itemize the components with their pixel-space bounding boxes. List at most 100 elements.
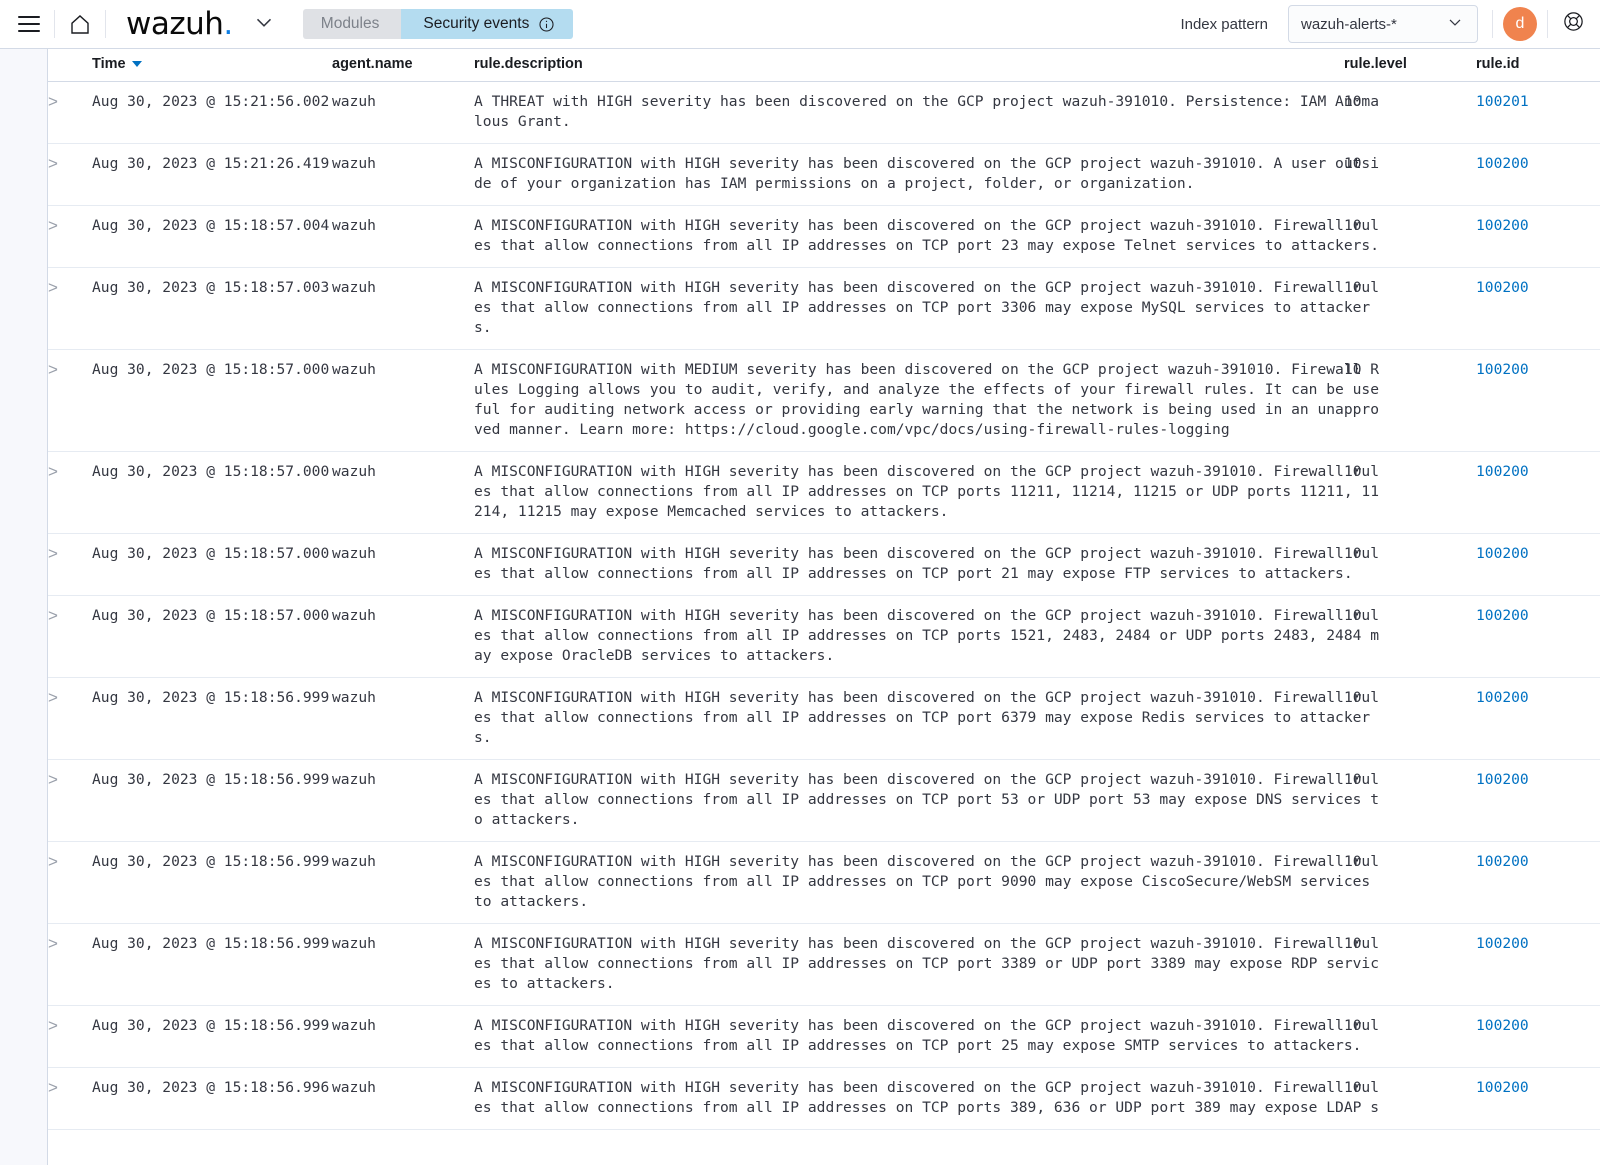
table-row[interactable]: > Aug 30, 2023 @ 15:18:57.000 wazuh A MISCO… (48, 349, 1600, 452)
rule-id-link[interactable]: 100200 (1476, 155, 1529, 172)
cell-time: Aug 30, 2023 @ 15:18:56.996 (92, 1067, 332, 1130)
divider (54, 10, 55, 38)
cell-rule-level: 10 (1344, 1005, 1476, 1068)
rule-id-link[interactable]: 100200 (1476, 463, 1529, 480)
table-row[interactable]: > Aug 30, 2023 @ 15:18:56.999 wazuh A MISCO… (48, 923, 1600, 1006)
chevron-right-icon[interactable]: > (48, 278, 58, 298)
rule-id-link[interactable]: 100200 (1476, 935, 1529, 952)
table-row[interactable]: > Aug 30, 2023 @ 15:18:57.003 wazuh A MISCO… (48, 267, 1600, 350)
rule-id-link[interactable]: 100200 (1476, 279, 1529, 296)
rule-id-link[interactable]: 100200 (1476, 1017, 1529, 1034)
cell-time: Aug 30, 2023 @ 15:18:57.000 (92, 349, 332, 452)
row-expand-cell: > (48, 533, 92, 596)
cell-rule-id: 100200 (1476, 1005, 1600, 1068)
cell-rule-description: A MISCONFIGURATION with HIGH severity ha… (474, 451, 1379, 534)
cell-time: Aug 30, 2023 @ 15:18:57.003 (92, 267, 332, 350)
table-row[interactable]: > Aug 30, 2023 @ 15:18:57.004 wazuh A MISCO… (48, 205, 1600, 268)
cell-rule-level: 10 (1344, 81, 1476, 144)
chevron-right-icon[interactable]: > (48, 606, 58, 626)
chevron-down-icon (1445, 12, 1465, 36)
table-row[interactable]: > Aug 30, 2023 @ 15:21:26.419 wazuh A MISCO… (48, 143, 1600, 206)
breadcrumb-item-security-events[interactable]: Security events (401, 9, 574, 39)
column-header-agent-name[interactable]: agent.name (332, 49, 474, 82)
rule-id-link[interactable]: 100200 (1476, 689, 1529, 706)
cell-rule-description: A MISCONFIGURATION with HIGH severity ha… (474, 1067, 1379, 1130)
cell-time: Aug 30, 2023 @ 15:18:56.999 (92, 841, 332, 924)
chevron-right-icon[interactable]: > (48, 688, 58, 708)
rule-description-text: A MISCONFIGURATION with HIGH severity ha… (474, 1079, 1379, 1116)
cell-rule-description: A MISCONFIGURATION with MEDIUM severity … (474, 349, 1379, 452)
cell-agent-name: wazuh (332, 923, 474, 1006)
column-header-rule-description[interactable]: rule.description (474, 49, 1344, 82)
column-header-time[interactable]: Time (92, 49, 332, 82)
home-button[interactable] (61, 5, 99, 43)
help-button[interactable] (1554, 5, 1592, 43)
breadcrumb-modules-label: Modules (320, 15, 380, 32)
cell-rule-description: A MISCONFIGURATION with HIGH severity ha… (474, 143, 1379, 206)
row-expand-cell: > (48, 759, 92, 842)
hamburger-icon (18, 16, 40, 32)
sort-descending-icon[interactable] (131, 61, 142, 68)
breadcrumb-item-modules[interactable]: Modules (302, 9, 416, 39)
rule-description-text: A MISCONFIGURATION with HIGH severity ha… (474, 771, 1379, 828)
index-pattern-select[interactable]: wazuh-alerts-* (1288, 5, 1478, 43)
table-row[interactable]: > Aug 30, 2023 @ 15:18:57.000 wazuh A MISCO… (48, 451, 1600, 534)
rule-description-text: A MISCONFIGURATION with HIGH severity ha… (474, 463, 1379, 520)
cell-time: Aug 30, 2023 @ 15:18:56.999 (92, 759, 332, 842)
home-icon (68, 12, 92, 36)
column-header-rule-level[interactable]: rule.level (1344, 49, 1476, 82)
chevron-right-icon[interactable]: > (48, 92, 58, 112)
cell-time: Aug 30, 2023 @ 15:18:57.000 (92, 595, 332, 678)
cell-agent-name: wazuh (332, 533, 474, 596)
rule-id-link[interactable]: 100200 (1476, 545, 1529, 562)
table-row[interactable]: > Aug 30, 2023 @ 15:18:56.999 wazuh A MISCO… (48, 841, 1600, 924)
chevron-right-icon[interactable]: > (48, 360, 58, 380)
table-row[interactable]: > Aug 30, 2023 @ 15:21:56.002 wazuh A THREA… (48, 81, 1600, 144)
rule-id-link[interactable]: 100200 (1476, 771, 1529, 788)
rule-id-link[interactable]: 100200 (1476, 1079, 1529, 1096)
cell-time: Aug 30, 2023 @ 15:18:57.000 (92, 451, 332, 534)
cell-agent-name: wazuh (332, 205, 474, 268)
rule-description-text: A MISCONFIGURATION with HIGH severity ha… (474, 607, 1379, 664)
column-header-rule-id[interactable]: rule.id (1476, 49, 1600, 82)
cell-agent-name: wazuh (332, 1005, 474, 1068)
chevron-right-icon[interactable]: > (48, 1016, 58, 1036)
chevron-right-icon[interactable]: > (48, 934, 58, 954)
avatar[interactable]: d (1503, 7, 1537, 41)
cell-agent-name: wazuh (332, 1067, 474, 1130)
chevron-right-icon[interactable]: > (48, 216, 58, 236)
chevron-right-icon[interactable]: > (48, 462, 58, 482)
table-row[interactable]: > Aug 30, 2023 @ 15:18:57.000 wazuh A MISCO… (48, 533, 1600, 596)
cell-rule-description: A MISCONFIGURATION with HIGH severity ha… (474, 677, 1379, 760)
lifebuoy-icon (1562, 10, 1585, 38)
cell-rule-description: A MISCONFIGURATION with HIGH severity ha… (474, 923, 1379, 1006)
cell-agent-name: wazuh (332, 451, 474, 534)
wazuh-logo[interactable]: wazuh. (126, 8, 233, 40)
rule-id-link[interactable]: 100200 (1476, 361, 1529, 378)
chevron-down-icon (251, 9, 277, 40)
rule-id-link[interactable]: 100201 (1476, 93, 1529, 110)
table-row[interactable]: > Aug 30, 2023 @ 15:18:56.999 wazuh A MISCO… (48, 759, 1600, 842)
info-icon[interactable] (538, 16, 555, 33)
chevron-right-icon[interactable]: > (48, 852, 58, 872)
rule-id-link[interactable]: 100200 (1476, 217, 1529, 234)
rule-description-text: A MISCONFIGURATION with HIGH severity ha… (474, 689, 1379, 746)
hamburger-menu-button[interactable] (10, 5, 48, 43)
rule-id-link[interactable]: 100200 (1476, 853, 1529, 870)
app-switcher-button[interactable] (251, 9, 277, 40)
page-body: Time agent.name rule.description rule.le… (0, 49, 1600, 1165)
chevron-right-icon[interactable]: > (48, 770, 58, 790)
rule-description-text: A MISCONFIGURATION with MEDIUM severity … (474, 361, 1379, 438)
cell-agent-name: wazuh (332, 349, 474, 452)
chevron-right-icon[interactable]: > (48, 1078, 58, 1098)
table-row[interactable]: > Aug 30, 2023 @ 15:18:56.999 wazuh A MISCO… (48, 677, 1600, 760)
chevron-right-icon[interactable]: > (48, 154, 58, 174)
table-row[interactable]: > Aug 30, 2023 @ 15:18:56.999 wazuh A MISCO… (48, 1005, 1600, 1068)
cell-rule-id: 100200 (1476, 923, 1600, 1006)
rule-id-link[interactable]: 100200 (1476, 607, 1529, 624)
table-row[interactable]: > Aug 30, 2023 @ 15:18:57.000 wazuh A MISCO… (48, 595, 1600, 678)
row-expand-cell: > (48, 81, 92, 144)
table-row[interactable]: > Aug 30, 2023 @ 15:18:56.996 wazuh A MISCO… (48, 1067, 1600, 1130)
chevron-right-icon[interactable]: > (48, 544, 58, 564)
cell-time: Aug 30, 2023 @ 15:18:56.999 (92, 923, 332, 1006)
